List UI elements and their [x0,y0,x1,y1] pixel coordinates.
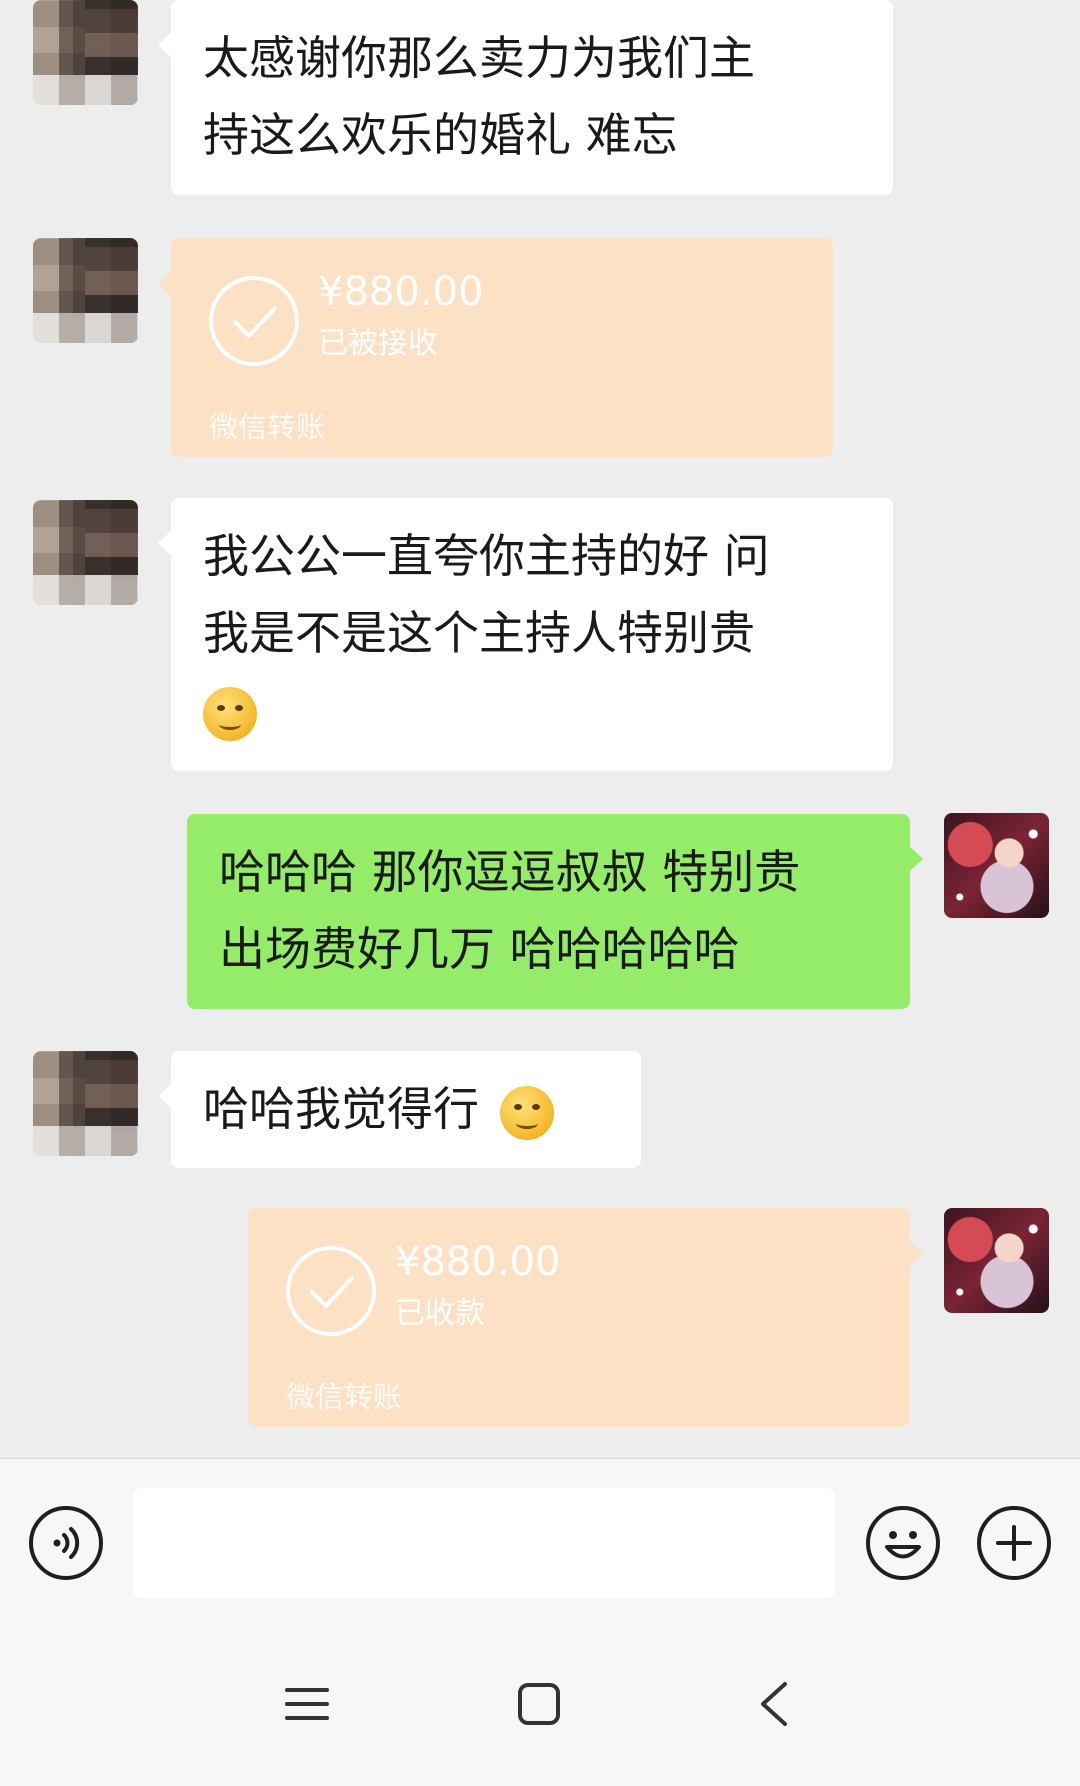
message-text: 出场费好几万 哈哈哈哈哈 [219,922,740,976]
check-circle-icon [209,276,299,366]
message-bubble-outgoing[interactable]: 哈哈哈 那你逗逗叔叔 特别贵 出场费好几万 哈哈哈哈哈 [187,814,923,1009]
bubble-tail [909,1240,923,1266]
emoji-icon[interactable] [866,1506,940,1580]
bubble-tail [909,846,923,872]
system-navigation-bar [0,1626,1080,1786]
message-bubble-incoming[interactable]: 太感谢你那么卖力为我们主 持这么欢乐的婚礼 难忘 [158,0,893,195]
plus-icon[interactable] [977,1506,1051,1580]
bubble-tail [158,270,172,296]
message-text: 我公公一直夸你主持的好 问 [203,529,770,583]
input-bar [0,1458,1080,1627]
message-bubble-incoming[interactable]: 哈哈我觉得行 [158,1051,641,1168]
message-text: 我是不是这个主持人特别贵 [203,606,755,660]
message-text: 持这么欢乐的婚礼 难忘 [203,108,678,162]
my-avatar[interactable] [944,813,1049,918]
transfer-label: 微信转账 [286,1380,403,1414]
message-text: 哈哈我觉得行 [203,1082,479,1136]
contact-avatar[interactable] [33,238,138,343]
bubble-tail [158,1083,172,1109]
transfer-card-received[interactable]: ¥880.00 已被接收 微信转账 [158,238,833,457]
contact-avatar[interactable] [33,0,138,105]
my-avatar[interactable] [944,1208,1049,1313]
back-icon[interactable] [757,1680,791,1728]
transfer-amount: ¥880.00 [395,1239,561,1285]
message-text: 太感谢你那么卖力为我们主 [203,31,755,85]
voice-input-icon[interactable] [29,1506,103,1580]
transfer-status: 已被接收 [318,326,438,361]
message-input[interactable] [133,1488,835,1598]
chat-message-list[interactable]: 太感谢你那么卖力为我们主 持这么欢乐的婚礼 难忘 ¥880.00 已被接收 微信… [0,0,1080,1458]
bubble-tail [158,530,172,556]
hand-over-mouth-emoji-icon [203,686,257,741]
contact-avatar[interactable] [33,1051,138,1156]
menu-icon[interactable] [285,1684,329,1724]
home-icon[interactable] [517,1682,561,1726]
transfer-amount: ¥880.00 [318,269,484,315]
transfer-card-collected[interactable]: ¥880.00 已收款 微信转账 [248,1208,923,1427]
contact-avatar[interactable] [33,500,138,605]
transfer-label: 微信转账 [209,410,326,444]
message-text: 哈哈哈 那你逗逗叔叔 特别贵 [219,845,801,899]
message-bubble-incoming[interactable]: 我公公一直夸你主持的好 问 我是不是这个主持人特别贵 [158,498,893,771]
transfer-status: 已收款 [395,1296,485,1331]
smirk-thinking-emoji-icon [499,1085,554,1140]
bubble-tail [158,32,172,58]
check-circle-icon [286,1246,376,1336]
